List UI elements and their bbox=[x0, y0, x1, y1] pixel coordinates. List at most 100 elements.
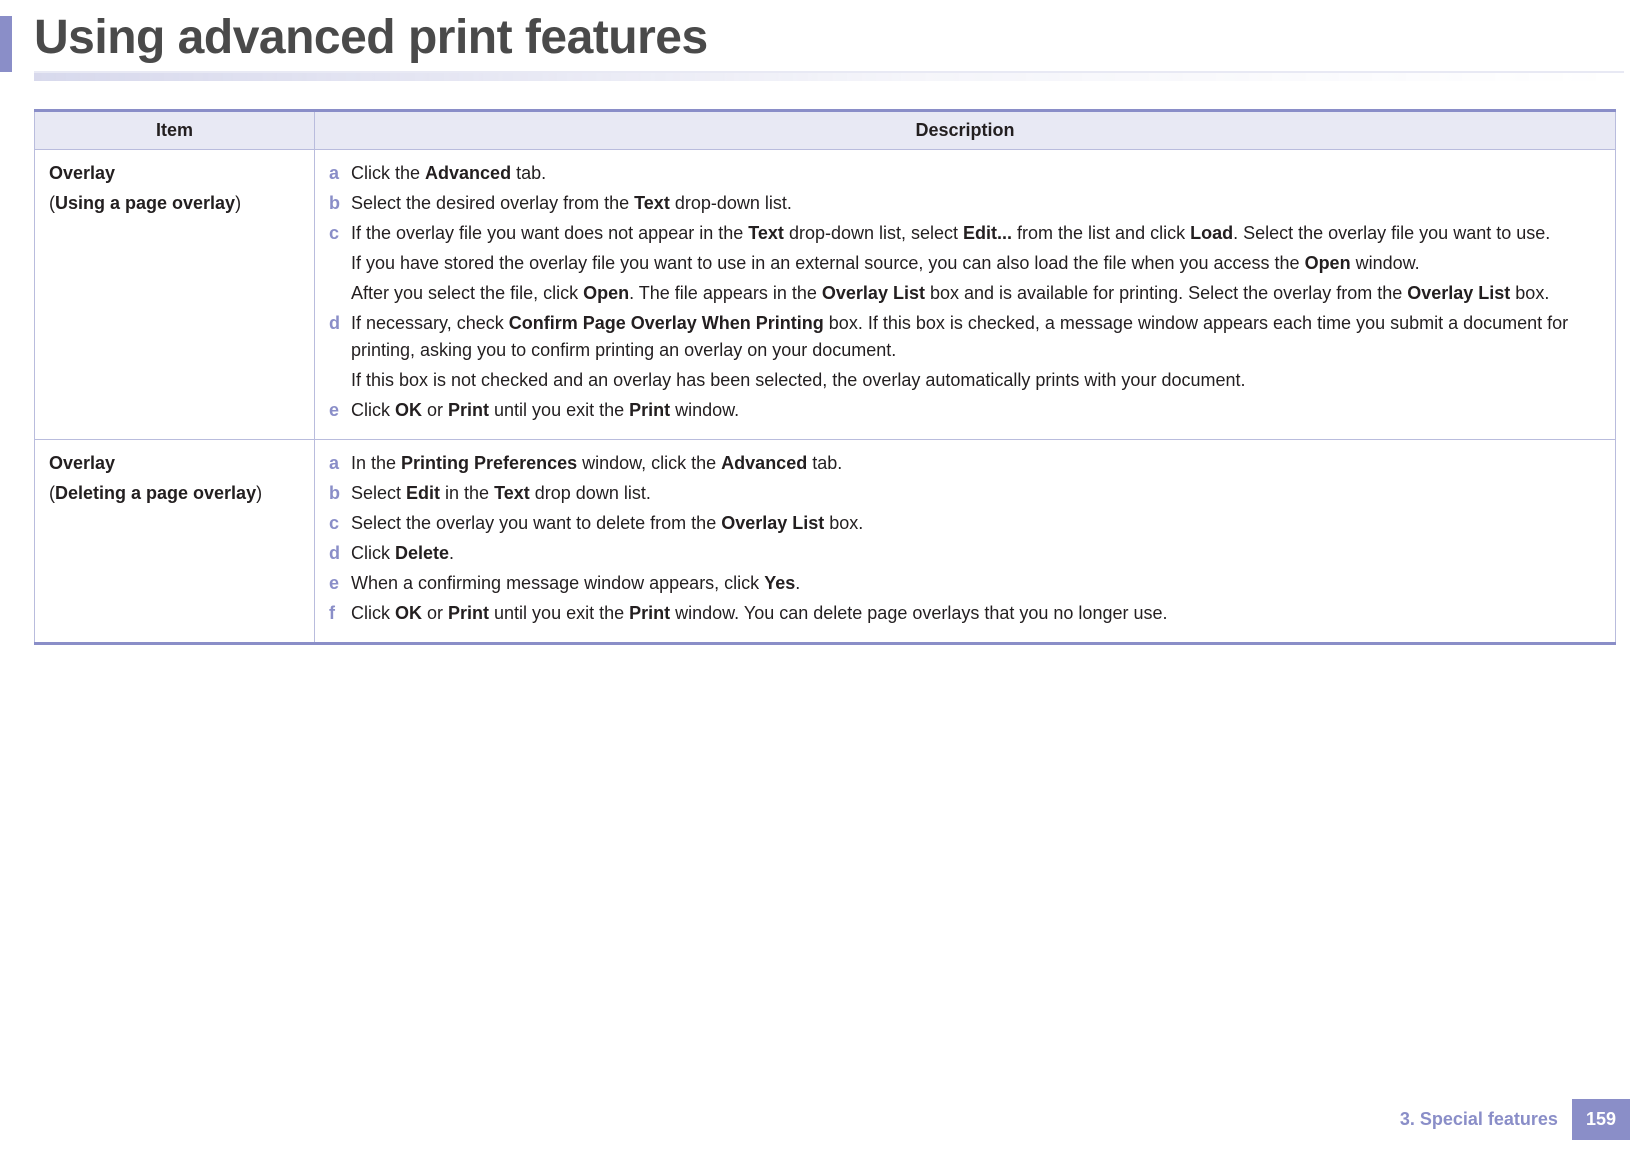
bold: Advanced bbox=[721, 453, 807, 473]
step-a: a In the Printing Preferences window, cl… bbox=[329, 450, 1601, 476]
step-text: or bbox=[422, 603, 448, 623]
step-text: In the bbox=[351, 453, 401, 473]
item-subtitle-text: Deleting a page overlay bbox=[55, 483, 256, 503]
header-accent-bar bbox=[0, 16, 12, 72]
step-text: tab. bbox=[807, 453, 842, 473]
bold: Edit bbox=[406, 483, 440, 503]
bold: Overlay List bbox=[721, 513, 824, 533]
step-text: Select the overlay you want to delete fr… bbox=[351, 513, 721, 533]
item-cell: Overlay (Deleting a page overlay) bbox=[35, 439, 315, 644]
step-follow: If you have stored the overlay file you … bbox=[351, 250, 1601, 276]
step-e: e When a confirming message window appea… bbox=[329, 570, 1601, 596]
step-text: in the bbox=[440, 483, 494, 503]
page-header: Using advanced print features bbox=[0, 0, 1650, 81]
bold: Print bbox=[629, 400, 670, 420]
step-c: c Select the overlay you want to delete … bbox=[329, 510, 1601, 536]
step-text: drop-down list. bbox=[670, 193, 792, 213]
item-title: Overlay bbox=[49, 160, 300, 186]
description-cell: a Click the Advanced tab. b Select the d… bbox=[315, 150, 1616, 440]
step-marker: a bbox=[329, 160, 339, 186]
step-text: After you select the file, click bbox=[351, 283, 583, 303]
step-text: . bbox=[795, 573, 800, 593]
content-area: Item Description Overlay (Using a page o… bbox=[0, 81, 1650, 645]
step-a: a Click the Advanced tab. bbox=[329, 160, 1601, 186]
step-marker: e bbox=[329, 570, 339, 596]
step-d: d Click Delete. bbox=[329, 540, 1601, 566]
step-c: c If the overlay file you want does not … bbox=[329, 220, 1601, 306]
step-text: Select the desired overlay from the bbox=[351, 193, 634, 213]
item-cell: Overlay (Using a page overlay) bbox=[35, 150, 315, 440]
bold: Printing Preferences bbox=[401, 453, 577, 473]
step-text: Click bbox=[351, 543, 395, 563]
table-header-row: Item Description bbox=[35, 111, 1616, 150]
bold: Load bbox=[1190, 223, 1233, 243]
step-text: . The file appears in the bbox=[629, 283, 822, 303]
step-marker: b bbox=[329, 190, 340, 216]
bold: OK bbox=[395, 603, 422, 623]
step-text: window. You can delete page overlays tha… bbox=[670, 603, 1167, 623]
step-f: f Click OK or Print until you exit the P… bbox=[329, 600, 1601, 626]
step-text: or bbox=[422, 400, 448, 420]
step-text: window. bbox=[1351, 253, 1420, 273]
step-marker: b bbox=[329, 480, 340, 506]
step-text: window. bbox=[670, 400, 739, 420]
bold: Advanced bbox=[425, 163, 511, 183]
bold: Overlay List bbox=[1407, 283, 1510, 303]
step-marker: a bbox=[329, 450, 339, 476]
page-number: 159 bbox=[1572, 1099, 1630, 1140]
table-row: Overlay (Deleting a page overlay) a In t… bbox=[35, 439, 1616, 644]
step-text: until you exit the bbox=[489, 603, 629, 623]
step-text: box and is available for printing. Selec… bbox=[925, 283, 1407, 303]
step-text: Click bbox=[351, 603, 395, 623]
steps-list: a In the Printing Preferences window, cl… bbox=[329, 450, 1601, 627]
item-subtitle-text: Using a page overlay bbox=[55, 193, 235, 213]
step-follow: If this box is not checked and an overla… bbox=[351, 367, 1601, 393]
step-text: When a confirming message window appears… bbox=[351, 573, 764, 593]
bold: Print bbox=[448, 603, 489, 623]
step-text: . bbox=[449, 543, 454, 563]
bold: Open bbox=[583, 283, 629, 303]
chapter-label: 3. Special features bbox=[1386, 1099, 1572, 1140]
feature-table: Item Description Overlay (Using a page o… bbox=[34, 109, 1616, 645]
step-marker: d bbox=[329, 310, 340, 336]
step-text: If necessary, check bbox=[351, 313, 509, 333]
step-text: box. bbox=[824, 513, 863, 533]
step-text: tab. bbox=[511, 163, 546, 183]
bold: Overlay List bbox=[822, 283, 925, 303]
paren-close: ) bbox=[235, 193, 241, 213]
bold: Delete bbox=[395, 543, 449, 563]
bold: Text bbox=[748, 223, 784, 243]
step-text: Click the bbox=[351, 163, 425, 183]
step-marker: c bbox=[329, 220, 339, 246]
item-subtitle: (Using a page overlay) bbox=[49, 193, 241, 213]
step-text: from the list and click bbox=[1012, 223, 1190, 243]
bold: Print bbox=[629, 603, 670, 623]
step-text: Click bbox=[351, 400, 395, 420]
step-e: e Click OK or Print until you exit the P… bbox=[329, 397, 1601, 423]
item-subtitle: (Deleting a page overlay) bbox=[49, 483, 262, 503]
step-d: d If necessary, check Confirm Page Overl… bbox=[329, 310, 1601, 392]
bold: Print bbox=[448, 400, 489, 420]
page-footer: 3. Special features 159 bbox=[1386, 1099, 1630, 1140]
bold: OK bbox=[395, 400, 422, 420]
col-header-item: Item bbox=[35, 111, 315, 150]
step-b: b Select Edit in the Text drop down list… bbox=[329, 480, 1601, 506]
step-marker: f bbox=[329, 600, 335, 626]
description-cell: a In the Printing Preferences window, cl… bbox=[315, 439, 1616, 644]
step-follow: After you select the file, click Open. T… bbox=[351, 280, 1601, 306]
header-underline bbox=[34, 71, 1624, 81]
step-text: drop-down list, select bbox=[784, 223, 963, 243]
bold: Yes bbox=[764, 573, 795, 593]
item-title: Overlay bbox=[49, 450, 300, 476]
bold: Text bbox=[494, 483, 530, 503]
bold: Text bbox=[634, 193, 670, 213]
step-text: box. bbox=[1510, 283, 1549, 303]
step-text: drop down list. bbox=[530, 483, 651, 503]
step-text: Select bbox=[351, 483, 406, 503]
steps-list: a Click the Advanced tab. b Select the d… bbox=[329, 160, 1601, 423]
step-text: until you exit the bbox=[489, 400, 629, 420]
step-text: If you have stored the overlay file you … bbox=[351, 253, 1305, 273]
bold: Open bbox=[1305, 253, 1351, 273]
col-header-description: Description bbox=[315, 111, 1616, 150]
step-text: window, click the bbox=[577, 453, 721, 473]
